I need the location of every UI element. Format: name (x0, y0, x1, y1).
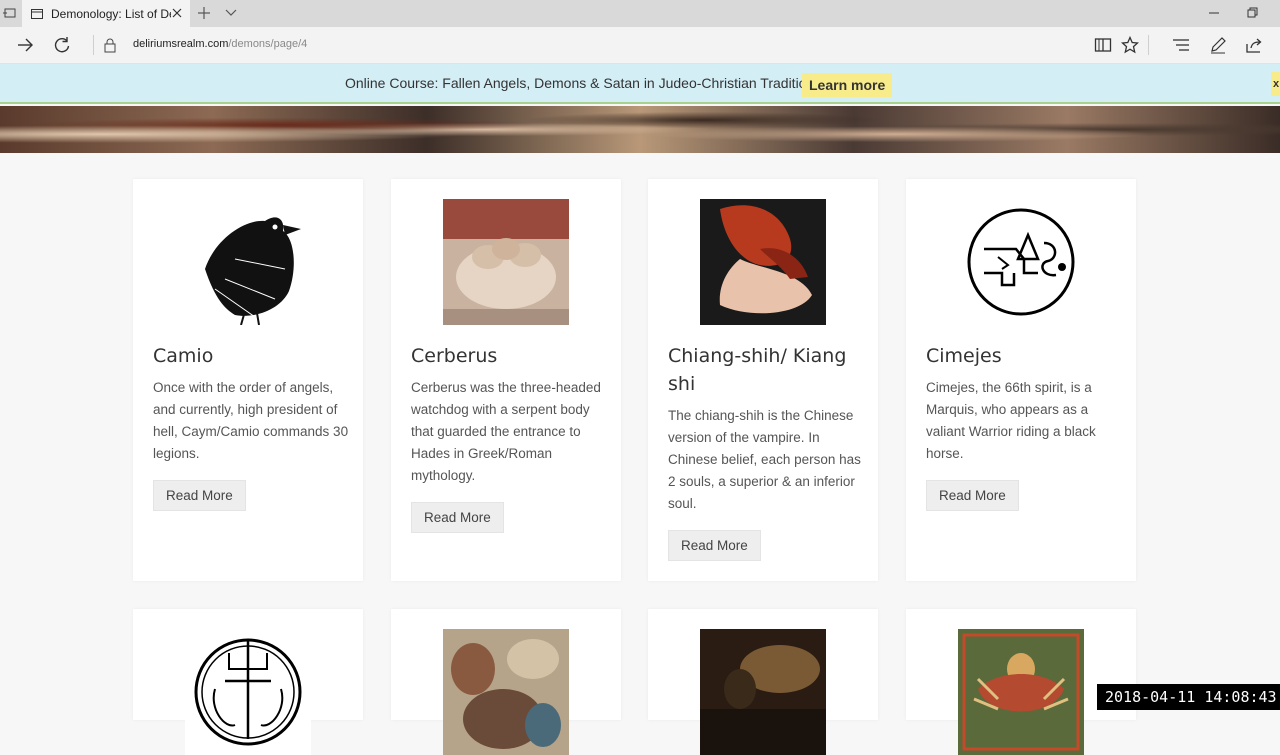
timestamp-overlay: 2018-04-11 14:08:43 (1097, 684, 1280, 710)
card-excerpt: Cimejes, the 66th spirit, is a Marquis, … (926, 380, 1096, 461)
banner-text: Online Course: Fallen Angels, Demons & S… (345, 75, 822, 91)
minimize-icon[interactable] (1206, 5, 1222, 21)
indian-deity-painting-image[interactable] (958, 629, 1084, 755)
card-excerpt: The chiang-shih is the Chinese version o… (668, 408, 861, 511)
raven-engraving-image[interactable] (185, 199, 311, 325)
card-camio: Camio Once with the order of angels, and… (133, 179, 363, 581)
url-host: deliriumsrealm.com (133, 38, 229, 50)
url-path: /demons/page/4 (228, 38, 308, 50)
restore-icon[interactable] (1244, 5, 1260, 21)
vampire-painting-image[interactable] (700, 199, 826, 325)
card-row2-2 (391, 609, 621, 755)
cimejes-seal-image[interactable] (958, 199, 1084, 325)
card-excerpt: Cerberus was the three-headed watchdog w… (411, 380, 601, 483)
new-tab-icon[interactable] (196, 5, 212, 21)
card-title[interactable]: Cimejes (926, 342, 1126, 370)
chevron-down-icon[interactable] (224, 7, 238, 19)
pen-icon[interactable] (1209, 36, 1227, 54)
read-more-button[interactable]: Read More (411, 502, 504, 533)
card-row2-3 (648, 609, 878, 755)
close-tab-icon[interactable] (170, 6, 184, 20)
tab-bar: Demonology: List of De (0, 0, 1280, 27)
banner-close-button[interactable]: x (1271, 72, 1280, 96)
card-title[interactable]: Cerberus (411, 342, 611, 370)
card-chiang-shih: Chiang-shih/ Kiang shi The chiang-shih i… (648, 179, 878, 581)
card-cerberus: Cerberus Cerberus was the three-headed w… (391, 179, 621, 581)
demon-seal-image[interactable] (185, 629, 311, 755)
refresh-icon[interactable] (52, 35, 72, 55)
hero-painting (0, 106, 1280, 153)
renaissance-painting-image[interactable] (443, 629, 569, 755)
read-more-button[interactable]: Read More (153, 480, 246, 511)
address-bar: deliriumsrealm.com/demons/page/4 (0, 27, 1280, 64)
lock-icon[interactable] (103, 37, 117, 53)
card-title[interactable]: Chiang-shih/ Kiang shi (668, 342, 868, 398)
card-excerpt: Once with the order of angels, and curre… (153, 380, 349, 461)
read-more-button[interactable]: Read More (668, 530, 761, 561)
close-icon: x (1273, 78, 1280, 90)
card-cimejes: Cimejes Cimejes, the 66th spirit, is a M… (906, 179, 1136, 581)
read-more-button[interactable]: Read More (926, 480, 1019, 511)
tab-list-icon[interactable] (3, 6, 17, 20)
tab-title: Demonology: List of De (51, 6, 171, 21)
cerberus-painting-image[interactable] (443, 199, 569, 325)
reading-view-icon[interactable] (1094, 36, 1112, 54)
url-field[interactable]: deliriumsrealm.com/demons/page/4 (133, 38, 307, 50)
page-icon (31, 8, 43, 19)
card-row2-1 (133, 609, 363, 755)
tab-active[interactable]: Demonology: List of De (22, 0, 190, 27)
card-title[interactable]: Camio (153, 342, 353, 370)
landscape-painting-image[interactable] (700, 629, 826, 755)
hub-icon[interactable] (1172, 36, 1190, 54)
divider (1148, 35, 1149, 55)
learn-more-button[interactable]: Learn more (802, 73, 893, 97)
divider (93, 35, 94, 55)
promo-banner: Online Course: Fallen Angels, Demons & S… (0, 64, 1280, 104)
share-icon[interactable] (1245, 36, 1263, 54)
favorite-star-icon[interactable] (1121, 36, 1139, 54)
forward-icon[interactable] (15, 35, 35, 55)
